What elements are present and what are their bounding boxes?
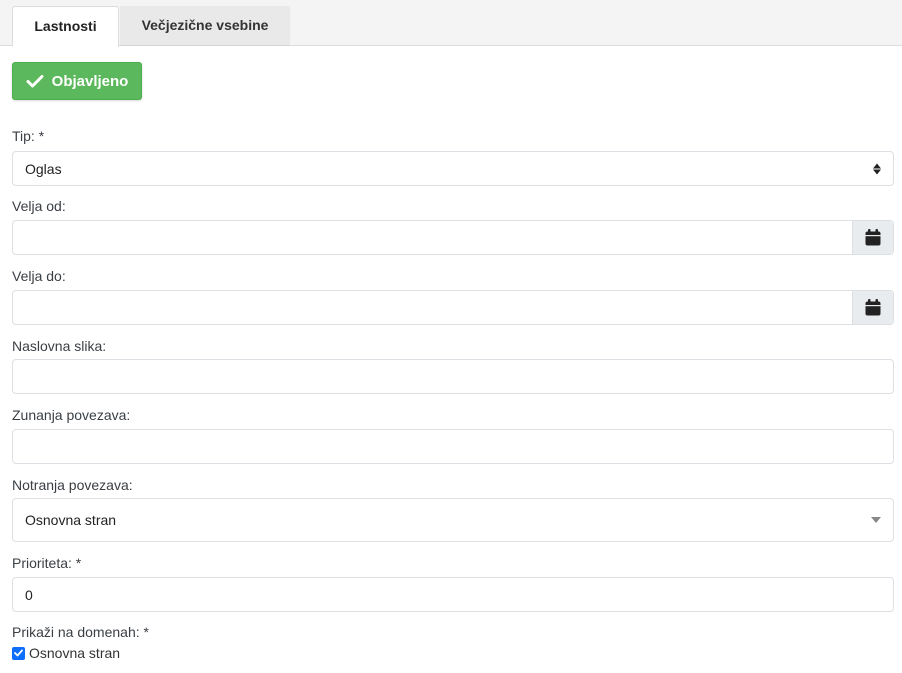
type-label: Tip: * xyxy=(12,128,45,144)
valid-from-label: Velja od: xyxy=(12,198,66,214)
valid-to-input[interactable] xyxy=(13,291,852,324)
internal-link-label: Notranja povezava: xyxy=(12,477,133,493)
tab-bar: Lastnosti Večjezične vsebine xyxy=(0,0,902,47)
priority-label: Prioriteta: * xyxy=(12,555,82,571)
calendar-icon xyxy=(865,229,881,246)
chevron-down-icon xyxy=(871,517,881,523)
sort-arrows-icon xyxy=(873,163,881,174)
published-button[interactable]: Objavljeno xyxy=(12,62,142,100)
cover-image-input[interactable] xyxy=(12,359,894,394)
tab-vecjezicne-vsebine[interactable]: Večjezične vsebine xyxy=(120,6,290,46)
domain-checkbox[interactable] xyxy=(12,646,25,660)
calendar-icon xyxy=(865,299,881,316)
valid-from-calendar-button[interactable] xyxy=(852,221,893,254)
domain-option: Osnovna stran xyxy=(12,645,120,661)
valid-to-group xyxy=(12,290,894,325)
valid-from-input[interactable] xyxy=(13,221,852,254)
domains-label: Prikaži na domenah: * xyxy=(12,624,149,640)
internal-link-select-value: Osnovna stran xyxy=(25,512,117,528)
domain-checkbox-label[interactable]: Osnovna stran xyxy=(29,645,120,661)
internal-link-select[interactable]: Osnovna stran xyxy=(12,498,894,542)
check-icon xyxy=(26,74,44,88)
priority-input-value: 0 xyxy=(25,586,33,603)
type-select[interactable]: Oglas xyxy=(12,151,894,186)
external-link-input[interactable] xyxy=(12,429,894,464)
published-button-label: Objavljeno xyxy=(51,72,129,90)
valid-to-label: Velja do: xyxy=(12,268,66,284)
priority-input[interactable]: 0 xyxy=(12,577,894,612)
type-select-value: Oglas xyxy=(25,160,62,177)
cover-image-label: Naslovna slika: xyxy=(12,338,107,354)
tab-lastnosti[interactable]: Lastnosti xyxy=(12,6,119,47)
external-link-label: Zunanja povezava: xyxy=(12,407,131,423)
valid-to-calendar-button[interactable] xyxy=(852,291,893,324)
valid-from-group xyxy=(12,220,894,255)
